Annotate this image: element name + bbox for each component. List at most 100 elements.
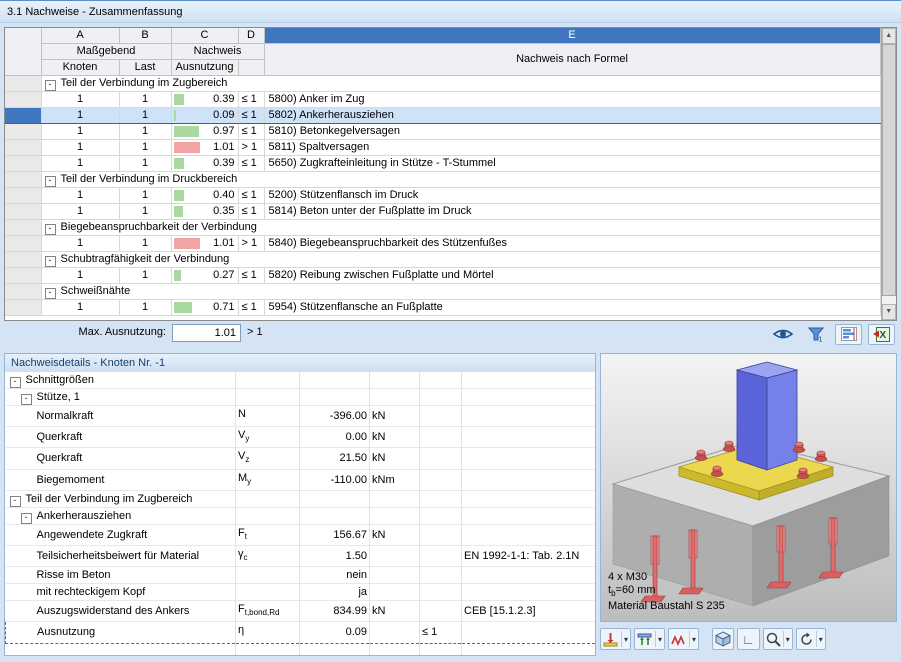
- details-row[interactable]: mit rechteckigem Kopf ja: [5, 583, 595, 602]
- details-group-row[interactable]: - Ankerherausziehen: [5, 507, 595, 525]
- excel-export-button[interactable]: X: [868, 323, 895, 345]
- collapse-icon[interactable]: -: [44, 176, 56, 187]
- ausnutzung-cell[interactable]: 0.35: [171, 203, 239, 221]
- formel-cell[interactable]: 5811) Spaltversagen: [264, 139, 881, 157]
- formel-cell[interactable]: 5840) Biegebeanspruchbarkeit des Stützen…: [264, 235, 881, 253]
- criterion-cell[interactable]: ≤ 1: [238, 187, 265, 205]
- collapse-icon[interactable]: -: [20, 512, 32, 524]
- result-row-selected[interactable]: 1 1 0.09 ≤ 1 5802) Ankerherausziehen: [5, 107, 881, 125]
- collapse-icon[interactable]: -: [20, 394, 32, 405]
- view-direction-button[interactable]: ∟: [737, 628, 760, 650]
- details-row[interactable]: Querkraft Vz 21.50 kN: [5, 447, 595, 470]
- knoten-cell[interactable]: 1: [41, 187, 120, 205]
- collapse-icon[interactable]: -: [9, 377, 21, 388]
- details-row-focused[interactable]: Ausnutzung η 0.09 ≤ 1: [5, 621, 595, 644]
- result-row[interactable]: 1 1 0.39 ≤ 1 5800) Anker im Zug: [5, 91, 881, 109]
- last-cell[interactable]: 1: [119, 187, 172, 205]
- isometric-view-button[interactable]: [712, 628, 735, 650]
- row-header[interactable]: [5, 139, 42, 157]
- row-header[interactable]: [5, 219, 42, 237]
- knoten-cell[interactable]: 1: [41, 139, 120, 157]
- row-header[interactable]: [5, 299, 42, 317]
- detail-name[interactable]: Risse im Beton: [5, 566, 236, 585]
- detail-name[interactable]: Querkraft: [5, 447, 236, 470]
- knoten-cell[interactable]: 1: [41, 155, 120, 173]
- zoom-button[interactable]: ▾: [762, 628, 793, 650]
- collapse-icon[interactable]: -: [44, 80, 56, 91]
- formel-cell[interactable]: 5820) Reibung zwischen Fußplatte und Mör…: [264, 267, 881, 285]
- knoten-cell[interactable]: 1: [41, 203, 120, 221]
- knoten-cell[interactable]: 1: [41, 91, 120, 109]
- last-cell[interactable]: 1: [119, 155, 172, 173]
- details-group-row[interactable]: - Stütze, 1: [5, 388, 595, 406]
- knoten-cell[interactable]: 1: [41, 235, 120, 253]
- last-cell[interactable]: 1: [119, 139, 172, 157]
- collapse-icon[interactable]: -: [44, 256, 56, 267]
- last-cell[interactable]: 1: [119, 267, 172, 285]
- ausnutzung-cell[interactable]: 1.01: [171, 139, 239, 157]
- row-header[interactable]: [5, 107, 42, 125]
- result-row[interactable]: 1 1 1.01 > 1 5840) Biegebeanspruchbarkei…: [5, 235, 881, 253]
- details-row[interactable]: Teilsicherheitsbeiwert für Material γc 1…: [5, 545, 595, 568]
- group-row[interactable]: - Schubtragfähigkeit der Verbindung: [5, 251, 881, 269]
- knoten-cell[interactable]: 1: [41, 123, 120, 141]
- last-cell[interactable]: 1: [119, 123, 172, 141]
- result-row[interactable]: 1 1 0.35 ≤ 1 5814) Beton unter der Fußpl…: [5, 203, 881, 221]
- detail-name[interactable]: Normalkraft: [5, 405, 236, 428]
- scroll-down-button[interactable]: ▼: [881, 304, 896, 320]
- last-cell[interactable]: 1: [119, 299, 172, 317]
- criterion-cell[interactable]: ≤ 1: [238, 203, 265, 221]
- column-letter-c[interactable]: C: [171, 28, 239, 44]
- detail-name[interactable]: Querkraft: [5, 426, 236, 449]
- detail-name[interactable]: Auszugswiderstand des Ankers: [5, 600, 236, 623]
- row-header[interactable]: [5, 123, 42, 141]
- scrollbar-thumb[interactable]: [881, 44, 896, 296]
- criterion-cell[interactable]: > 1: [238, 139, 265, 157]
- view-results-button[interactable]: [769, 324, 796, 345]
- details-row[interactable]: Querkraft Vy 0.00 kN: [5, 426, 595, 449]
- display-anchor-forces-button[interactable]: ▾: [600, 628, 632, 650]
- row-header[interactable]: [5, 187, 42, 205]
- last-cell[interactable]: 1: [119, 203, 172, 221]
- last-cell[interactable]: 1: [119, 91, 172, 109]
- criterion-cell[interactable]: ≤ 1: [238, 299, 265, 317]
- collapse-icon[interactable]: -: [44, 288, 56, 299]
- collapse-icon[interactable]: -: [44, 224, 56, 235]
- group-row[interactable]: - Teil der Verbindung im Druckbereich: [5, 171, 881, 189]
- details-row[interactable]: Auszugswiderstand des Ankers Ft,bond,Rd …: [5, 600, 595, 623]
- ausnutzung-cell[interactable]: 0.39: [171, 155, 239, 173]
- column-letter-b[interactable]: B: [119, 28, 172, 44]
- last-cell[interactable]: 1: [119, 235, 172, 253]
- details-row[interactable]: Normalkraft N -396.00 kN: [5, 405, 595, 428]
- details-group-row[interactable]: - Teil der Verbindung im Zugbereich: [5, 490, 595, 508]
- formel-cell[interactable]: 5802) Ankerherausziehen: [264, 107, 881, 125]
- knoten-cell[interactable]: 1: [41, 299, 120, 317]
- ausnutzung-cell[interactable]: 1.01: [171, 235, 239, 253]
- row-header[interactable]: [5, 91, 42, 109]
- filter-results-button[interactable]: 1: [802, 324, 829, 345]
- vertical-scrollbar[interactable]: ▲ ▼: [880, 28, 896, 320]
- result-row[interactable]: 1 1 0.97 ≤ 1 5810) Betonkegelversagen: [5, 123, 881, 141]
- column-letter-e[interactable]: E: [264, 28, 881, 44]
- formel-cell[interactable]: 5810) Betonkegelversagen: [264, 123, 881, 141]
- group-row[interactable]: - Schweißnähte: [5, 283, 881, 301]
- detail-name[interactable]: mit rechteckigem Kopf: [5, 583, 236, 602]
- column-letter-d[interactable]: D: [238, 28, 265, 44]
- detail-name[interactable]: Teilsicherheitsbeiwert für Material: [5, 545, 236, 568]
- knoten-cell[interactable]: 1: [41, 107, 120, 125]
- criterion-cell[interactable]: ≤ 1: [238, 123, 265, 141]
- result-row[interactable]: 1 1 0.71 ≤ 1 5954) Stützenflansche an Fu…: [5, 299, 881, 317]
- result-row[interactable]: 1 1 0.39 ≤ 1 5650) Zugkrafteinleitung in…: [5, 155, 881, 173]
- criterion-cell[interactable]: ≤ 1: [238, 91, 265, 109]
- row-header[interactable]: [5, 155, 42, 173]
- row-header[interactable]: [5, 283, 42, 301]
- scroll-up-button[interactable]: ▲: [881, 28, 896, 44]
- result-row[interactable]: 1 1 1.01 > 1 5811) Spaltversagen: [5, 139, 881, 157]
- row-header[interactable]: [5, 267, 42, 285]
- 3d-viewport[interactable]: 4 x M30 tb=60 mm Material Baustahl S 235: [600, 353, 897, 622]
- formel-cell[interactable]: 5200) Stützenflansch im Druck: [264, 187, 881, 205]
- ausnutzung-cell[interactable]: 0.27: [171, 267, 239, 285]
- collapse-icon[interactable]: -: [9, 495, 21, 507]
- criterion-cell[interactable]: > 1: [238, 235, 265, 253]
- last-cell[interactable]: 1: [119, 107, 172, 125]
